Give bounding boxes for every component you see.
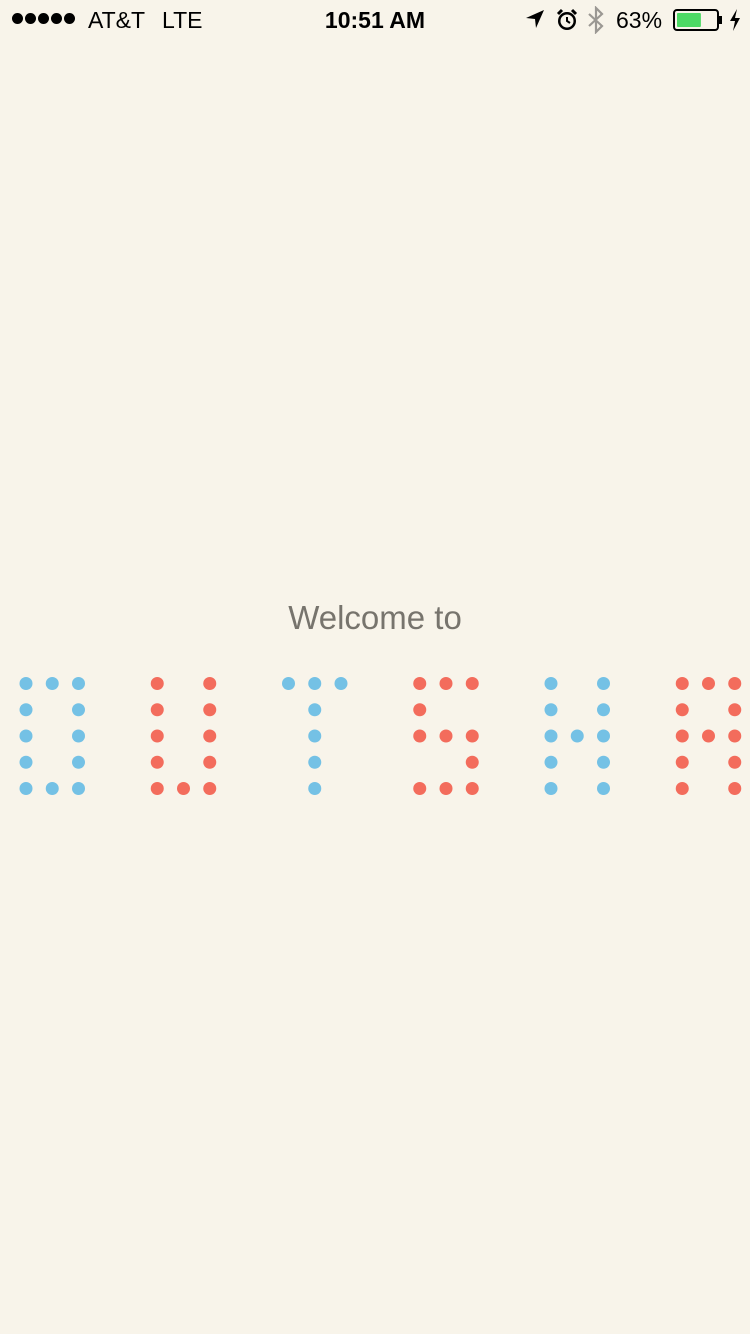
location-arrow-icon [526,10,544,28]
logo-dot [597,703,610,717]
logo-dot [72,755,85,769]
logo-dot [334,677,348,690]
charging-bolt-icon [730,9,740,31]
logo-dot [597,755,610,769]
logo-letter-s-3 [413,677,479,795]
logo-dot [544,782,558,795]
logo-dot [544,677,558,690]
logo-dot [72,729,85,743]
logo-letter-k-4 [544,677,610,795]
logo-dot [465,677,479,690]
logo-dot [150,782,164,795]
logo-dot [203,782,217,795]
logo-dot [702,677,715,690]
welcome-text: Welcome to [288,599,462,636]
logo-dot [150,703,164,717]
logo-dot [308,703,322,717]
status-bar: AT&T LTE 10:51 AM 63% [0,0,750,40]
outskate-dot-logo [19,677,742,795]
logo-dot [282,677,295,690]
logo-letter-t-2 [282,677,348,795]
logo-dot [675,729,689,743]
logo-dot [150,755,164,769]
logo-dot [413,729,427,743]
battery-percent-label: 63% [616,7,663,33]
logo-dot [675,677,689,690]
logo-dot [203,677,217,690]
logo-dot [675,755,689,769]
battery-icon [673,9,722,31]
logo-dot [544,755,558,769]
logo-dot [45,782,59,795]
logo-dot [413,677,427,690]
bluetooth-icon [588,6,604,34]
logo-dot [544,703,558,717]
logo-dot [203,729,217,743]
logo-dot [150,677,164,690]
logo-dot [675,703,689,717]
logo-dot [465,755,479,769]
logo-dot [597,677,610,690]
logo-dot [439,677,453,690]
logo-dot [439,729,453,743]
logo-dot [728,782,742,795]
logo-letter-u-1 [150,677,217,795]
logo-dot [72,677,85,690]
alarm-clock-icon [556,8,578,30]
logo-letter-o-0 [19,677,85,795]
logo-dot [72,703,85,717]
logo-dot [19,755,33,769]
logo-dot [413,782,427,795]
logo-dot [570,729,584,743]
logo-dot [150,729,164,743]
logo-dot [308,677,322,690]
logo-dot [544,729,558,743]
logo-dot [203,703,217,717]
logo-dot [439,782,453,795]
logo-dot [728,677,742,690]
logo-dot [675,782,689,795]
logo-dot [19,729,33,743]
logo-dot [203,755,217,769]
logo-dot [308,782,322,795]
logo-dot [702,729,715,743]
logo-dot [308,729,322,743]
logo-dot [19,782,33,795]
logo-dot [728,755,742,769]
logo-dot [413,703,427,717]
logo-dot [19,703,33,717]
logo-dot [465,782,479,795]
logo-dot [728,703,742,717]
logo-dot [728,729,742,743]
logo-letter-a-5 [675,677,742,795]
logo-dot [19,677,33,690]
logo-dot [597,729,610,743]
logo-dot [45,677,59,690]
logo-dot [177,782,190,795]
logo-dot [308,755,322,769]
logo-dot [72,782,85,795]
logo-dot [597,782,610,795]
logo-dot [465,729,479,743]
